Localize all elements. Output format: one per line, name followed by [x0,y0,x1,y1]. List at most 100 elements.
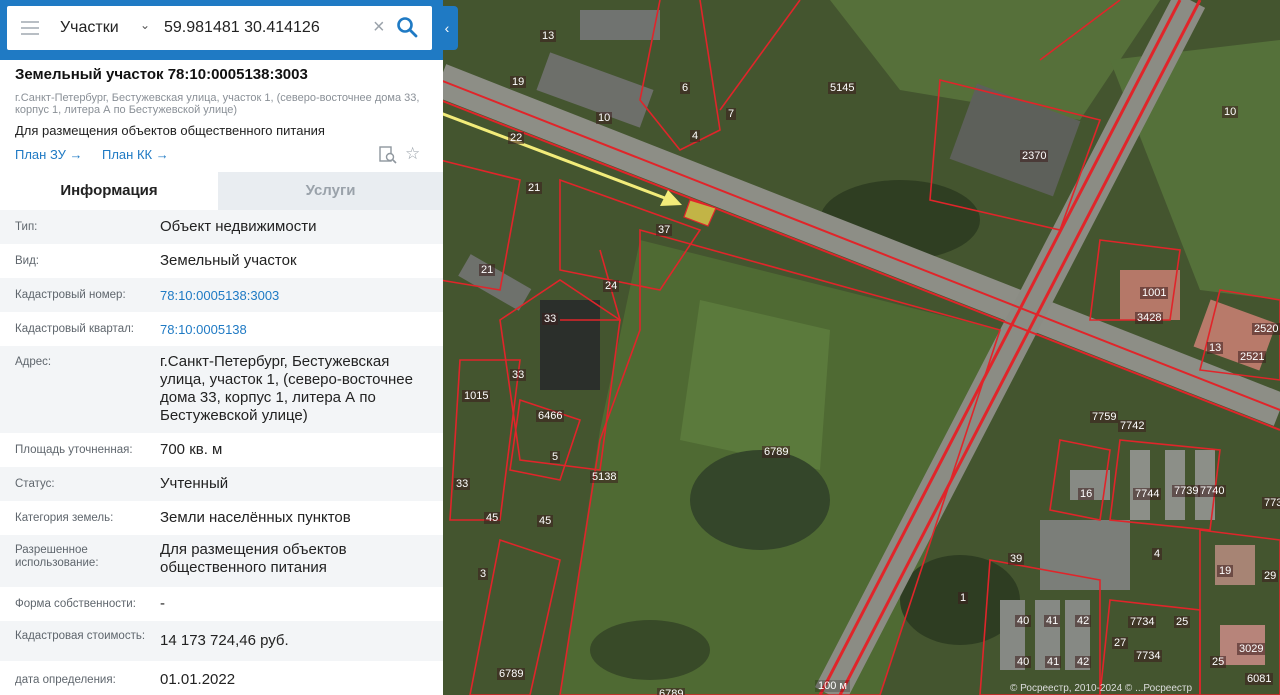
plan-zu-link[interactable]: План ЗУ → [15,147,83,162]
info-row: Кадастровый квартал: 78:10:0005138 [0,312,443,346]
map-parcel-label: 6789 [657,688,686,695]
map-parcel-label: 27 [1112,637,1129,649]
map-parcel-label: 10 [596,112,613,124]
map-parcel-label: 10 [1222,106,1239,118]
map-parcel-label: 19 [1217,565,1234,577]
map-parcel-label: 13 [1207,342,1224,354]
collapse-panel-button[interactable]: ‹ [436,6,458,50]
info-label: Категория земель: [15,512,114,524]
map-parcel-label: 7 [726,108,737,120]
map-parcel-label: 2520 [1252,323,1280,335]
parcel-address: г.Санкт-Петербург, Бестужевская улица, у… [15,92,420,116]
map-parcel-label: 7734 [1134,650,1163,662]
map-parcel-label: 7734 [1128,616,1157,628]
info-row: Кадастровый номер: 78:10:0005138:3003 [0,278,443,312]
map-parcel-label: 42 [1075,615,1092,627]
info-row: Статус: Учтенный [0,467,443,501]
map-parcel-label: 37 [656,224,673,236]
info-label: Статус: [15,478,55,490]
close-icon[interactable]: × [373,15,385,39]
info-label: Вид: [15,255,39,267]
tab-services[interactable]: Услуги [218,172,443,210]
map-parcel-label: 3 [478,568,489,580]
map-parcel-label: 3029 [1237,643,1266,655]
map-parcel-label: 6 [680,82,691,94]
map-parcel-label: 16 [1078,488,1095,500]
map-parcel-label: 3428 [1135,312,1164,324]
info-label: Адрес: [15,356,52,368]
map-parcel-label: 4 [1152,548,1163,560]
info-row: Кадастровая стоимость: 14 173 724,46 руб… [0,621,443,661]
map-parcel-label: 2521 [1238,351,1267,363]
chevron-down-icon[interactable]: ⌄ [140,18,150,32]
map-parcel-label: 25 [1210,656,1227,668]
map-parcel-label: 1015 [462,390,491,402]
info-row: дата определения: 01.01.2022 [0,661,443,695]
arrow-right-icon: → [69,147,83,162]
search-input[interactable] [164,17,364,39]
map-parcel-label: 5145 [828,82,857,94]
cadastral-quarter-link[interactable]: 78:10:0005138 [160,321,430,339]
menu-icon[interactable] [21,21,39,35]
info-panel: Участки ⌄ × Земельный участок 78:10:0005… [0,0,443,695]
plan-zu-label: План ЗУ [15,147,66,162]
info-value: Объект недвижимости [160,218,317,235]
info-label: Разрешенное использование: [15,544,99,569]
map-parcel-label: 41 [1045,656,1062,668]
search-icon[interactable] [396,16,418,38]
plan-kk-label: План КК [102,147,153,162]
map-parcel-label: 24 [603,280,620,292]
info-label: Кадастровый квартал: [15,323,134,335]
tab-information[interactable]: Информация [0,172,218,210]
map-parcel-label: 42 [1075,656,1092,668]
map-parcel-label: 39 [1008,553,1025,565]
info-label: Тип: [15,221,38,233]
parcel-title: Земельный участок 78:10:0005138:3003 [15,66,308,83]
map-parcel-label: 7742 [1118,420,1147,432]
star-icon[interactable]: ☆ [405,144,420,164]
info-row: Адрес: г.Санкт-Петербург, Бестужевская у… [0,346,443,433]
map-parcel-label: 41 [1044,615,1061,627]
arrow-right-icon: → [155,147,169,162]
info-label: Кадастровая стоимость: [15,630,146,642]
map-parcel-label: 4 [690,130,701,142]
map-scale: 100 м [815,680,850,692]
search-bar: Участки ⌄ × [0,0,443,60]
info-label: дата определения: [15,674,116,686]
map-parcel-label: 33 [454,478,471,490]
map-parcel-label: 33 [542,313,559,325]
info-row: Вид: Земельный участок [0,244,443,278]
map-parcel-label: 33 [510,369,527,381]
tab-bar: Информация Услуги [0,172,443,210]
map-parcel-label: 6789 [497,668,526,680]
map-parcel-label: 5138 [590,471,619,483]
map-parcel-label: 29 [1262,570,1279,582]
info-value: Для размещения объектов общественного пи… [160,541,347,576]
info-label: Форма собственности: [15,598,136,610]
info-row: Разрешенное использование: Для размещени… [0,535,443,587]
map-parcel-label: 22 [508,132,525,144]
map-parcel-label: 40 [1015,656,1032,668]
document-search-icon[interactable] [379,146,397,164]
map-parcel-label: 7740 [1198,485,1227,497]
map-parcel-label: 6466 [536,410,565,422]
map-parcel-label: 40 [1015,615,1032,627]
plan-kk-link[interactable]: План КК → [102,147,169,162]
search-box: Участки ⌄ × [7,6,432,50]
info-label: Площадь уточненная: [15,444,133,456]
info-row: Категория земель: Земли населённых пункт… [0,501,443,535]
map-parcel-label: 45 [484,512,501,524]
map-parcel-label: 25 [1174,616,1191,628]
info-value: 01.01.2022 [160,671,236,688]
info-value: 14 173 724,46 руб. [160,632,289,649]
info-value: г.Санкт-Петербург, Бестужевская улица, у… [160,353,413,424]
cadastral-number-link[interactable]: 78:10:0005138:3003 [160,287,430,305]
map-parcel-label: 45 [537,515,554,527]
map-attribution: © Росреестр, 2010-2024 © ...Росреестр [1010,683,1193,694]
map-parcel-label: 2370 [1020,150,1049,162]
info-row: Тип: Объект недвижимости [0,210,443,244]
map-parcel-label: 1 [958,592,969,604]
parcel-purpose: Для размещения объектов общественного пи… [15,123,325,138]
layer-select[interactable]: Участки [60,17,119,39]
map-parcel-label: 6081 [1245,673,1274,685]
